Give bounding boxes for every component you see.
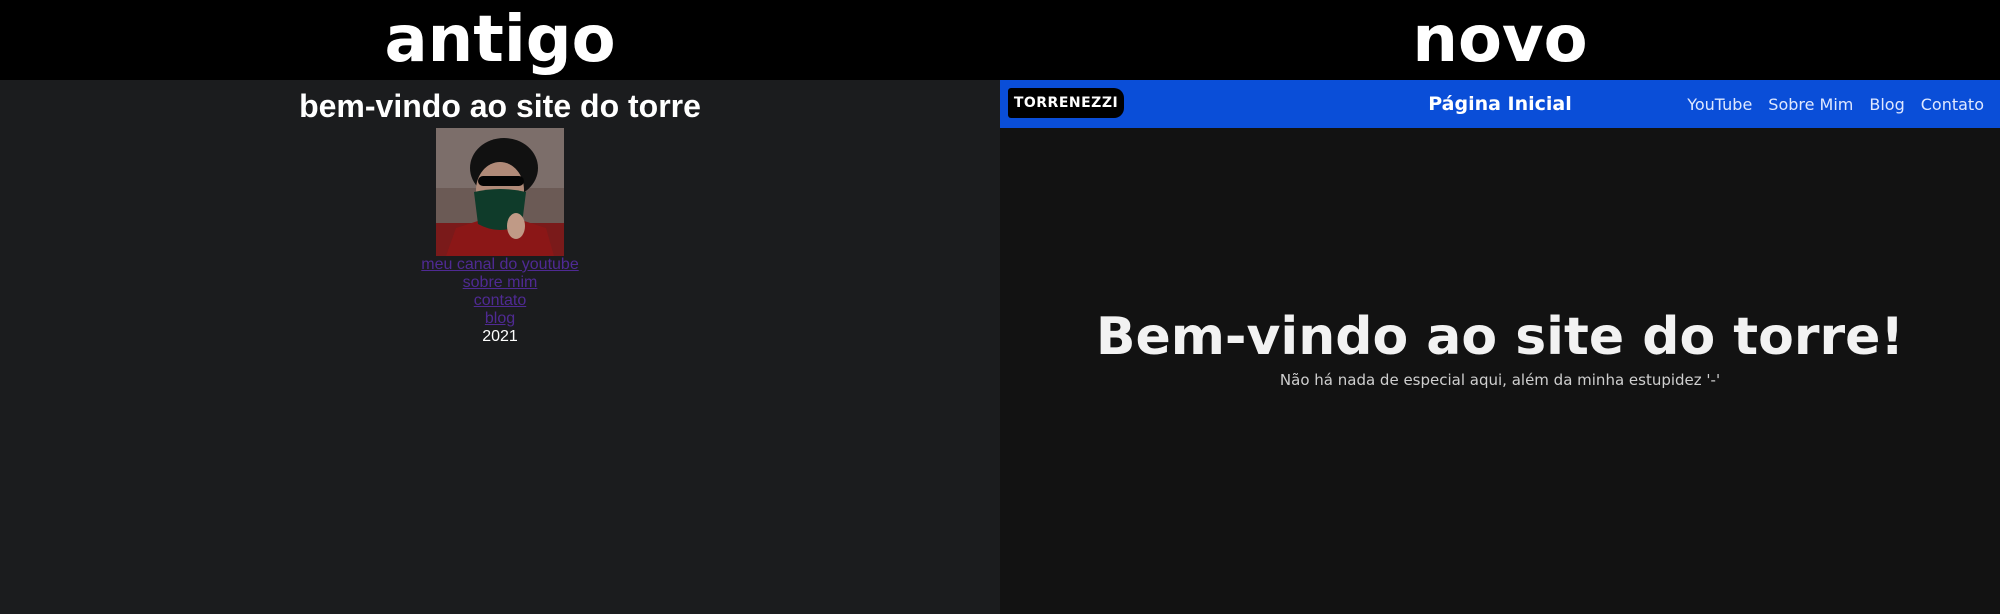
hero-subtitle: Não há nada de especial aqui, além da mi…	[1279, 371, 1721, 389]
nav-link-contact[interactable]: Contato	[1921, 95, 1984, 114]
youtube-channel-link[interactable]: meu canal do youtube	[0, 256, 1000, 274]
caption-old: antigo	[0, 0, 1000, 80]
profile-photo	[436, 128, 564, 256]
new-site-page: TORRENEZZI Página Inicial YouTube Sobre …	[1000, 80, 2000, 614]
hero-section: Bem-vindo ao site do torre! Não há nada …	[1000, 305, 2000, 391]
caption-new: novo	[1000, 0, 2000, 80]
nav-link-youtube[interactable]: YouTube	[1687, 95, 1752, 114]
year-text: 2021	[482, 328, 518, 345]
contact-link[interactable]: contato	[0, 292, 1000, 310]
old-site-page: bem-vindo ao site do torre meu canal do …	[0, 80, 1000, 614]
about-me-link[interactable]: sobre mim	[0, 274, 1000, 292]
nav-link-blog[interactable]: Blog	[1869, 95, 1904, 114]
blog-link[interactable]: blog	[0, 310, 1000, 328]
navbar: TORRENEZZI Página Inicial YouTube Sobre …	[1000, 80, 2000, 128]
old-page-title: bem-vindo ao site do torre	[299, 88, 701, 124]
brand-logo[interactable]: TORRENEZZI	[1008, 88, 1124, 118]
old-links-list: meu canal do youtube sobre mim contato b…	[0, 256, 1000, 328]
nav-links: YouTube Sobre Mim Blog Contato	[1687, 80, 1984, 128]
old-site-panel: antigo bem-vindo ao site do torre meu ca…	[0, 0, 1000, 614]
hero-title: Bem-vindo ao site do torre!	[1095, 307, 1905, 367]
new-site-panel: novo TORRENEZZI Página Inicial YouTube S…	[1000, 0, 2000, 614]
nav-link-about-me[interactable]: Sobre Mim	[1768, 95, 1853, 114]
